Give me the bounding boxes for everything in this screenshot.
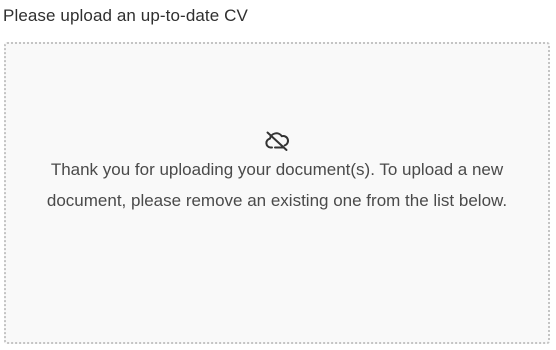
file-drop-zone: Thank you for uploading your document(s)…	[4, 42, 550, 344]
upload-field-label: Please upload an up-to-date CV	[3, 6, 248, 25]
cloud-off-icon	[265, 131, 289, 151]
upload-limit-message: Thank you for uploading your document(s)…	[46, 160, 508, 210]
